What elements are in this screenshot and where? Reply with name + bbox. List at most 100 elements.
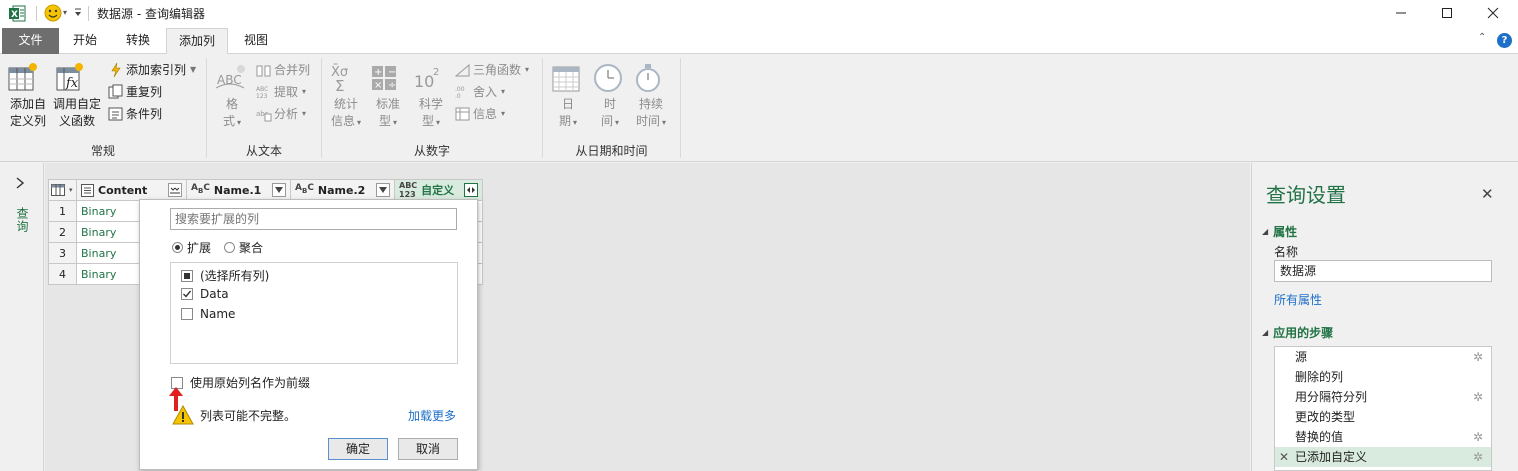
parse-icon: abc [256, 110, 272, 122]
tab-view[interactable]: 视图 [232, 28, 280, 54]
merge-columns-button[interactable]: 合并列 [256, 60, 310, 80]
smiley-dropdown-icon[interactable]: ▾ [63, 8, 67, 17]
search-columns-input[interactable] [170, 208, 457, 230]
standard-button[interactable]: + − × ÷ 标准 型 ▾ [368, 62, 408, 131]
checklist-item-label: Name [200, 307, 236, 321]
column-header-content[interactable]: Content [76, 179, 187, 201]
help-icon[interactable]: ? [1497, 33, 1512, 48]
column-header-name2[interactable]: ABC Name.2 [290, 179, 395, 201]
close-pane-icon[interactable]: ✕ [1481, 185, 1494, 203]
title-bar: X ▾ 数据源 - 查询编辑器 [0, 0, 1518, 27]
applied-step[interactable]: 用分隔符分列 ✲ [1275, 387, 1491, 407]
customize-qat-icon[interactable] [74, 7, 82, 17]
applied-steps-section-header[interactable]: ◢ 应用的步骤 [1262, 324, 1333, 341]
expand-column-active-icon[interactable] [464, 183, 478, 197]
applied-step[interactable]: 源 ✲ [1275, 347, 1491, 367]
expand-queries-chevron-icon[interactable] [15, 177, 25, 189]
column-name-custom: 自定义 [421, 184, 455, 197]
date-button[interactable]: 日 期 ▾ [550, 62, 586, 131]
chevron-down-icon: ▾ [501, 87, 506, 96]
filter-dropdown-icon[interactable] [376, 183, 390, 197]
add-custom-column-label-2: 定义列 [9, 114, 46, 128]
time-button[interactable]: 时 间 ▾ [592, 62, 628, 131]
info-grid-icon [455, 107, 470, 121]
tab-home[interactable]: 开始 [62, 28, 108, 54]
group-label-from-text: 从文本 [245, 144, 282, 158]
chevron-down-icon: ▾ [302, 87, 307, 96]
step-label: 替换的值 [1295, 430, 1344, 444]
tab-add-column[interactable]: 添加列 [166, 28, 228, 55]
checklist-item-data[interactable]: Data [181, 287, 229, 301]
filter-dropdown-icon[interactable] [272, 183, 286, 197]
column-header-name1[interactable]: ABC Name.1 [186, 179, 291, 201]
ok-button[interactable]: 确定 [328, 438, 388, 460]
applied-step-selected[interactable]: ✕ 已添加自定义 ✲ [1275, 447, 1491, 467]
duplicate-column-icon [108, 84, 123, 99]
column-name-name1: Name.1 [213, 183, 262, 197]
use-prefix-checkbox[interactable]: 使用原始列名作为前缀 [171, 374, 310, 391]
applied-step[interactable]: 删除的列 [1275, 367, 1491, 387]
ribbon-tab-bar: 文件 开始 转换 添加列 视图 ⌃ ? [0, 27, 1518, 55]
duration-button[interactable]: 持续 时间 ▾ [632, 62, 670, 131]
checklist-item-name[interactable]: Name [181, 307, 235, 321]
gear-icon[interactable]: ✲ [1473, 427, 1483, 447]
query-name-field[interactable]: 数据源 [1274, 260, 1492, 282]
gear-icon[interactable]: ✲ [1473, 447, 1483, 467]
table-menu-corner[interactable]: ▾ [48, 179, 77, 201]
column-header-custom[interactable]: ABC 123 自定义 [394, 179, 483, 201]
name-label: 名称 [1274, 245, 1299, 259]
gear-icon[interactable]: ✲ [1473, 387, 1483, 407]
invoke-function-label-1: 调用自定 [52, 97, 101, 111]
scientific-button[interactable]: 10 2 科学 型 ▾ [411, 62, 451, 131]
radio-expand[interactable]: 扩展 [172, 239, 211, 256]
conditional-column-icon [108, 107, 123, 121]
collapse-ribbon-icon[interactable]: ⌃ [1478, 32, 1486, 43]
add-custom-column-button[interactable]: 添加自 定义列 [6, 62, 50, 130]
applied-step[interactable]: 更改的类型 [1275, 407, 1491, 427]
standard-label-2: 型 [378, 114, 391, 128]
text-type-icon: ABC [191, 183, 210, 195]
format-label-2: 式 [222, 114, 235, 128]
radio-aggregate[interactable]: 聚合 [224, 239, 263, 256]
checklist-item-select-all[interactable]: (选择所有列) [181, 267, 269, 284]
radio-unselected-icon [224, 242, 235, 253]
duplicate-column-button[interactable]: 重复列 [108, 82, 162, 102]
trigonometry-button[interactable]: 三角函数 ▾ [455, 60, 529, 80]
minimize-button[interactable] [1378, 0, 1424, 26]
conditional-column-button[interactable]: 条件列 [108, 104, 162, 124]
merge-columns-label: 合并列 [274, 63, 311, 77]
cancel-button[interactable]: 取消 [398, 438, 458, 460]
gear-icon[interactable]: ✲ [1473, 347, 1483, 367]
load-more-link[interactable]: 加载更多 [408, 407, 456, 424]
close-button[interactable] [1470, 0, 1516, 26]
format-button[interactable]: ABC 格 式 ▾ [214, 62, 250, 131]
applied-step[interactable]: 替换的值 ✲ [1275, 427, 1491, 447]
conditional-column-label: 条件列 [126, 107, 163, 121]
smiley-feedback-icon[interactable] [44, 4, 62, 22]
invoke-custom-function-button[interactable]: fx 调用自定 义函数 [52, 62, 102, 130]
function-icon: fx [52, 62, 102, 94]
chevron-down-icon: ▼ [190, 65, 197, 74]
tab-transform[interactable]: 转换 [114, 28, 162, 54]
round-button[interactable]: .00.0 舍入 ▾ [455, 82, 505, 102]
all-properties-link[interactable]: 所有属性 [1274, 291, 1322, 308]
collapse-triangle-icon: ◢ [1262, 328, 1269, 337]
queries-vertical-label[interactable]: 查询 [14, 207, 31, 233]
tab-file[interactable]: 文件 [2, 28, 59, 54]
add-index-column-button[interactable]: 添加索引列 ▼ [108, 60, 196, 80]
extract-icon: ABC123 [256, 86, 268, 100]
calendar-icon [550, 62, 586, 94]
queries-pane-collapsed: 查询 [0, 163, 44, 471]
extract-button[interactable]: ABC 123 提取 ▾ [256, 82, 306, 102]
maximize-button[interactable] [1424, 0, 1470, 26]
information-button[interactable]: 信息 ▾ [455, 104, 505, 124]
delete-step-icon[interactable]: ✕ [1279, 447, 1289, 467]
statistics-button[interactable]: X̄σ Σ 统计 信息 ▾ [326, 62, 366, 131]
stopwatch-icon [632, 62, 670, 94]
standard-label-1: 标准 [375, 97, 400, 111]
properties-section-header[interactable]: ◢ 属性 [1262, 223, 1297, 240]
expand-column-icon[interactable] [168, 183, 182, 197]
step-label: 源 [1295, 350, 1308, 364]
svg-text:÷: ÷ [388, 80, 396, 91]
parse-button[interactable]: abc 分析 ▾ [256, 104, 306, 124]
